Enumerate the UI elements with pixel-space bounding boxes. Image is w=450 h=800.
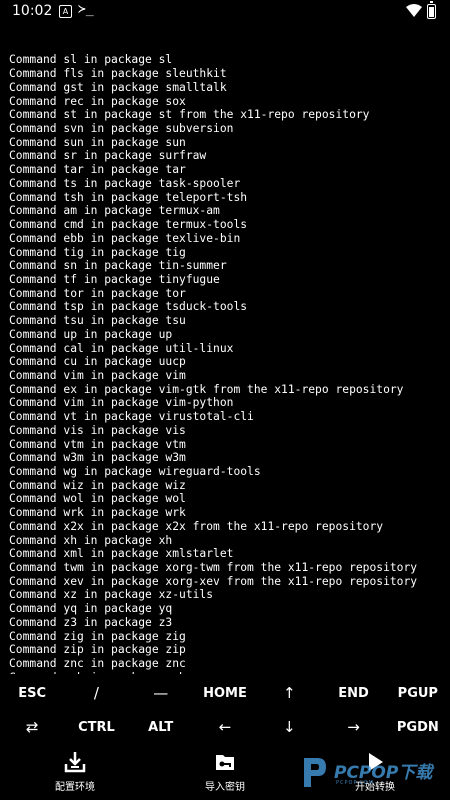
terminal-line: Command vis in package vis	[9, 423, 186, 437]
terminal-line: Command x2x in package x2x from the x11-…	[9, 519, 384, 533]
terminal-line: Command sn in package tin-summer	[9, 259, 227, 273]
terminal-line: Command tsh in package teleport-tsh	[9, 190, 248, 204]
terminal-line: Command tig in package tig	[9, 245, 186, 259]
terminal-line: Command vim in package vim	[9, 368, 186, 382]
terminal-line: Command fls in package sleuthkit	[9, 67, 227, 81]
battery-icon	[427, 1, 436, 19]
extra-keys-row-2: ⇄ CTRL ALT ← ↓ → PGDN	[0, 710, 450, 744]
key-up-arrow[interactable]: ↑	[257, 676, 321, 710]
terminal-line: Command tsp in package tsduck-tools	[9, 300, 248, 314]
key-esc[interactable]: ESC	[0, 676, 64, 710]
pcpop-watermark: PCPOP下载 PCPOP.COM	[300, 752, 445, 792]
notification-a-icon: A	[59, 5, 72, 18]
terminal-line: Command w3m in package w3m	[9, 451, 186, 465]
extra-keys-row-1: ESC / — HOME ↑ END PGUP	[0, 676, 450, 710]
key-alt[interactable]: ALT	[129, 710, 193, 744]
key-tab-swap-icon[interactable]: ⇄	[0, 710, 64, 744]
terminal-line: Command wrk in package wrk	[9, 506, 186, 520]
terminal-line: Command xh in package xh	[9, 533, 173, 547]
terminal-line: Command cu in package uucp	[9, 355, 186, 369]
terminal-line: Command z3 in package z3	[9, 615, 173, 629]
key-down-arrow[interactable]: ↓	[257, 710, 321, 744]
terminal-line: Command tf in package tinyfugue	[9, 272, 220, 286]
key-slash[interactable]: /	[64, 676, 128, 710]
terminal-line: Command tar in package tar	[9, 163, 186, 177]
import-key-label: 导入密钥	[205, 782, 245, 793]
key-dash[interactable]: —	[129, 676, 193, 710]
terminal-line: Command up in package up	[9, 327, 173, 341]
status-bar: 10:02 A ≻_	[0, 0, 450, 24]
config-env-button[interactable]: 配置环境	[30, 750, 120, 796]
key-left-arrow[interactable]: ←	[193, 710, 257, 744]
key-ctrl[interactable]: CTRL	[64, 710, 128, 744]
terminal-line: Command am in package termux-am	[9, 204, 220, 218]
terminal-line: Command tsu in package tsu	[9, 314, 186, 328]
terminal-line: Command st in package st from the x11-re…	[9, 108, 370, 122]
terminal-line: Command wol in package wol	[9, 492, 186, 506]
status-time: 10:02	[12, 3, 53, 19]
terminal-output[interactable]: Command sl in package sl Command fls in p…	[9, 26, 449, 674]
key-pgdn[interactable]: PGDN	[386, 710, 450, 744]
key-home[interactable]: HOME	[193, 676, 257, 710]
terminal-line: Command zip in package zip	[9, 643, 186, 657]
key-folder-icon	[216, 755, 234, 770]
key-pgup[interactable]: PGUP	[386, 676, 450, 710]
terminal-line: Command svn in package subversion	[9, 122, 234, 136]
pcpop-logo-icon	[304, 758, 326, 787]
terminal-line: Command cal in package util-linux	[9, 341, 234, 355]
terminal-line: Command znc in package znc	[9, 657, 186, 671]
terminal-line: Command cmd in package termux-tools	[9, 218, 248, 232]
notification-terminal-icon: ≻_	[78, 2, 94, 17]
terminal-line: Command xml in package xmlstarlet	[9, 547, 234, 561]
terminal-line: Command sun in package sun	[9, 135, 186, 149]
terminal-line: Command zig in package zig	[9, 629, 186, 643]
key-right-arrow[interactable]: →	[321, 710, 385, 744]
download-tray-icon	[64, 752, 86, 773]
import-key-button[interactable]: 导入密钥	[180, 750, 270, 796]
wifi-icon	[406, 4, 422, 17]
config-env-label: 配置环境	[55, 782, 95, 793]
terminal-line: Command vt in package virustotal-cli	[9, 410, 254, 424]
terminal-line: Command gst in package smalltalk	[9, 80, 227, 94]
terminal-line: Command xev in package xorg-xev from the…	[9, 574, 418, 588]
terminal-line: Command sl in package sl	[9, 53, 173, 67]
terminal-line: Command vtm in package vtm	[9, 437, 186, 451]
terminal-line: Command rec in package sox	[9, 94, 186, 108]
terminal-line: Command xz in package xz-utils	[9, 588, 214, 602]
terminal-line: Command sr in package surfraw	[9, 149, 207, 163]
terminal-line: Command ex in package vim-gtk from the x…	[9, 382, 404, 396]
terminal-line: Command yq in package yq	[9, 602, 173, 616]
terminal-line: Command zsh in package zsh	[9, 671, 449, 674]
watermark-sub: PCPOP.COM	[336, 780, 375, 786]
terminal-line: Command wg in package wireguard-tools	[9, 465, 261, 478]
terminal-line: Command twm in package xorg-twm from the…	[9, 561, 418, 575]
terminal-lines: Command sl in package sl Command fls in p…	[9, 53, 449, 674]
terminal-line: Command ebb in package texlive-bin	[9, 231, 241, 245]
extra-keys-bar: ESC / — HOME ↑ END PGUP ⇄ CTRL ALT ← ↓ →…	[0, 676, 450, 746]
terminal-line: Command wiz in package wiz	[9, 478, 186, 492]
terminal-line: Command vim in package vim-python	[9, 396, 234, 410]
terminal-line: Command ts in package task-spooler	[9, 176, 241, 190]
key-end[interactable]: END	[321, 676, 385, 710]
terminal-line: Command tor in package tor	[9, 286, 186, 300]
